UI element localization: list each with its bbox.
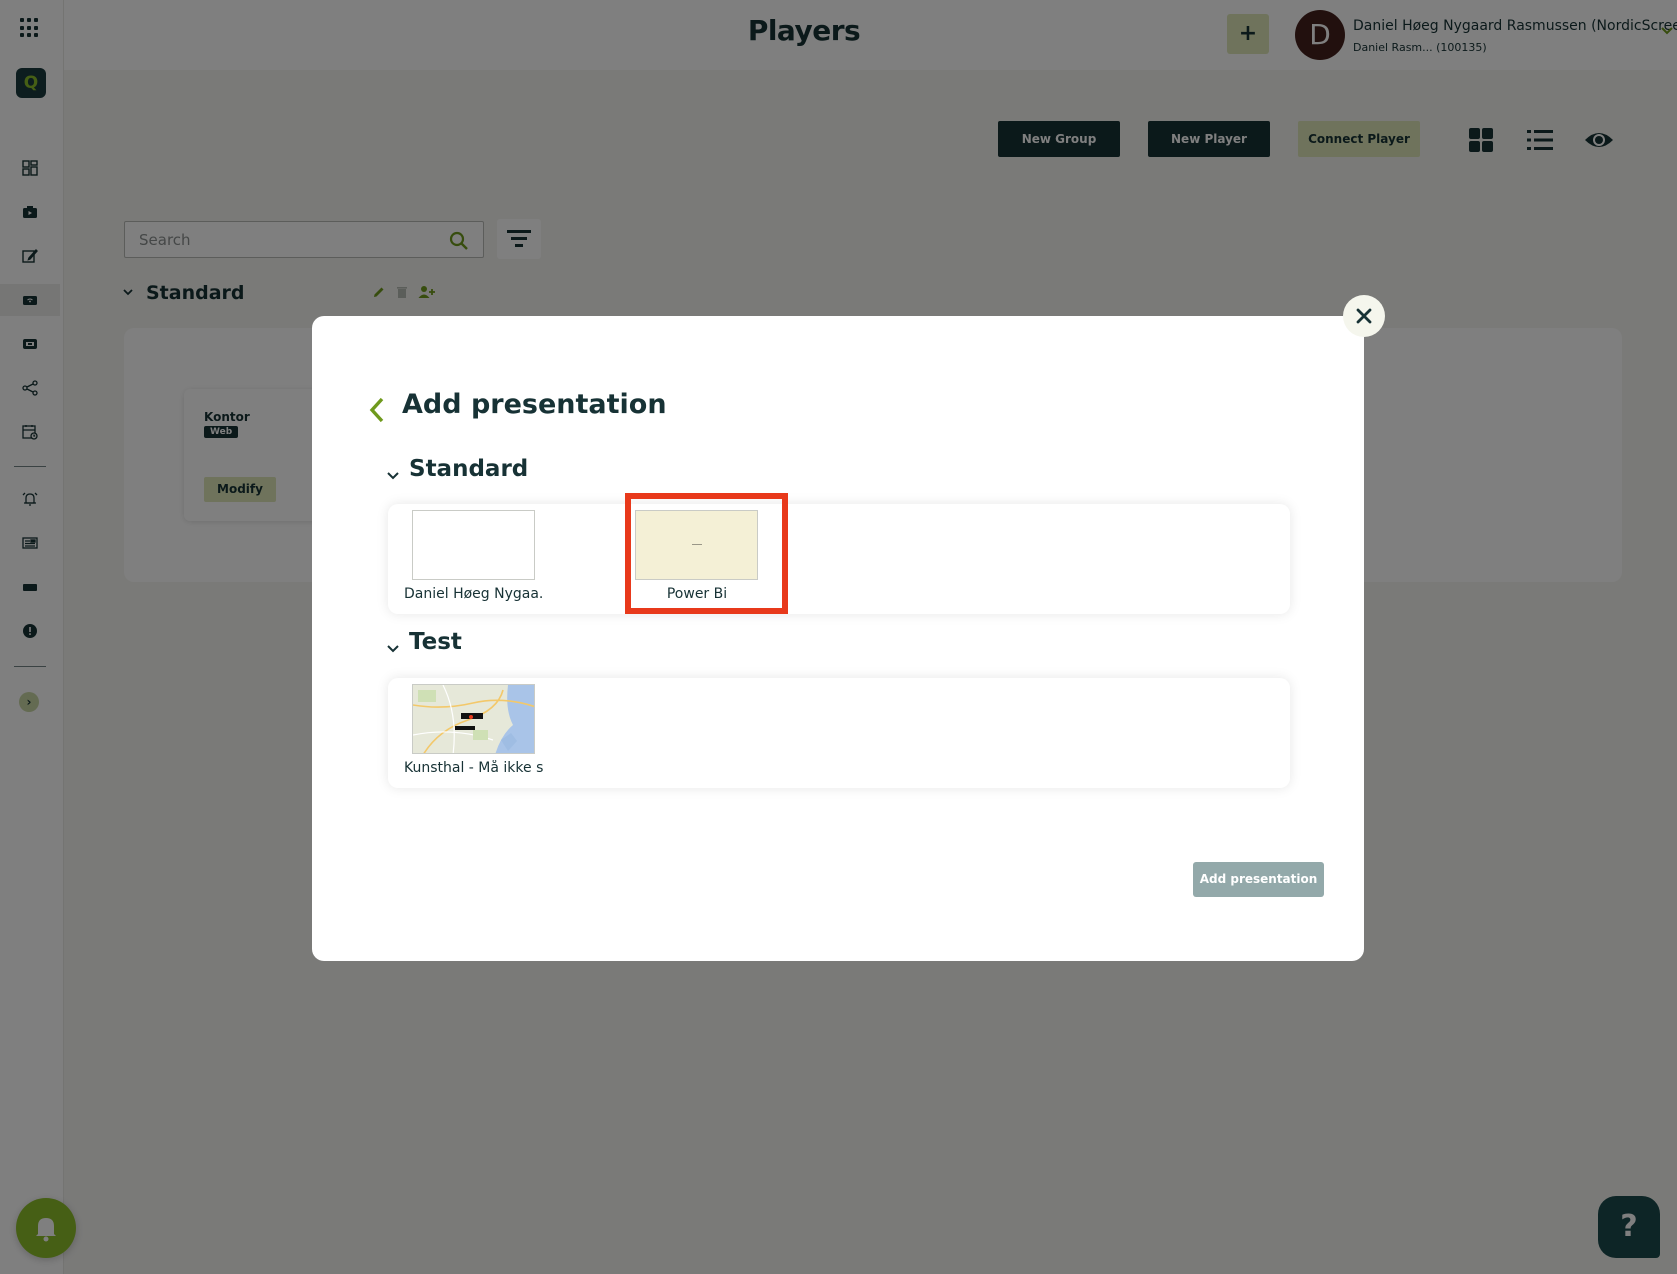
presentation-label: Kunsthal - Må ikke s... — [404, 760, 544, 776]
section-panel-standard: Daniel Høeg Nygaa... Power Bi — [388, 504, 1290, 614]
back-chevron-icon[interactable] — [368, 396, 386, 424]
chevron-down-icon[interactable] — [386, 468, 400, 482]
add-presentation-modal: Add presentation Standard Daniel Høeg Ny… — [312, 316, 1364, 961]
chevron-down-icon[interactable] — [386, 641, 400, 655]
modal-title: Add presentation — [402, 389, 667, 420]
section-panel-test: Kunsthal - Må ikke s... — [388, 678, 1290, 788]
close-modal-button[interactable] — [1343, 295, 1385, 337]
presentation-thumbnail — [412, 510, 535, 580]
section-title[interactable]: Standard — [409, 456, 528, 482]
map-thumbnail — [412, 684, 535, 754]
selection-highlight — [625, 493, 788, 614]
presentation-label: Daniel Høeg Nygaa... — [404, 586, 544, 602]
presentation-item[interactable]: Daniel Høeg Nygaa... — [404, 504, 544, 614]
section-title[interactable]: Test — [409, 629, 462, 655]
close-icon — [1356, 308, 1372, 324]
presentation-item[interactable]: Kunsthal - Må ikke s... — [404, 678, 544, 788]
add-presentation-button[interactable]: Add presentation — [1193, 862, 1324, 897]
